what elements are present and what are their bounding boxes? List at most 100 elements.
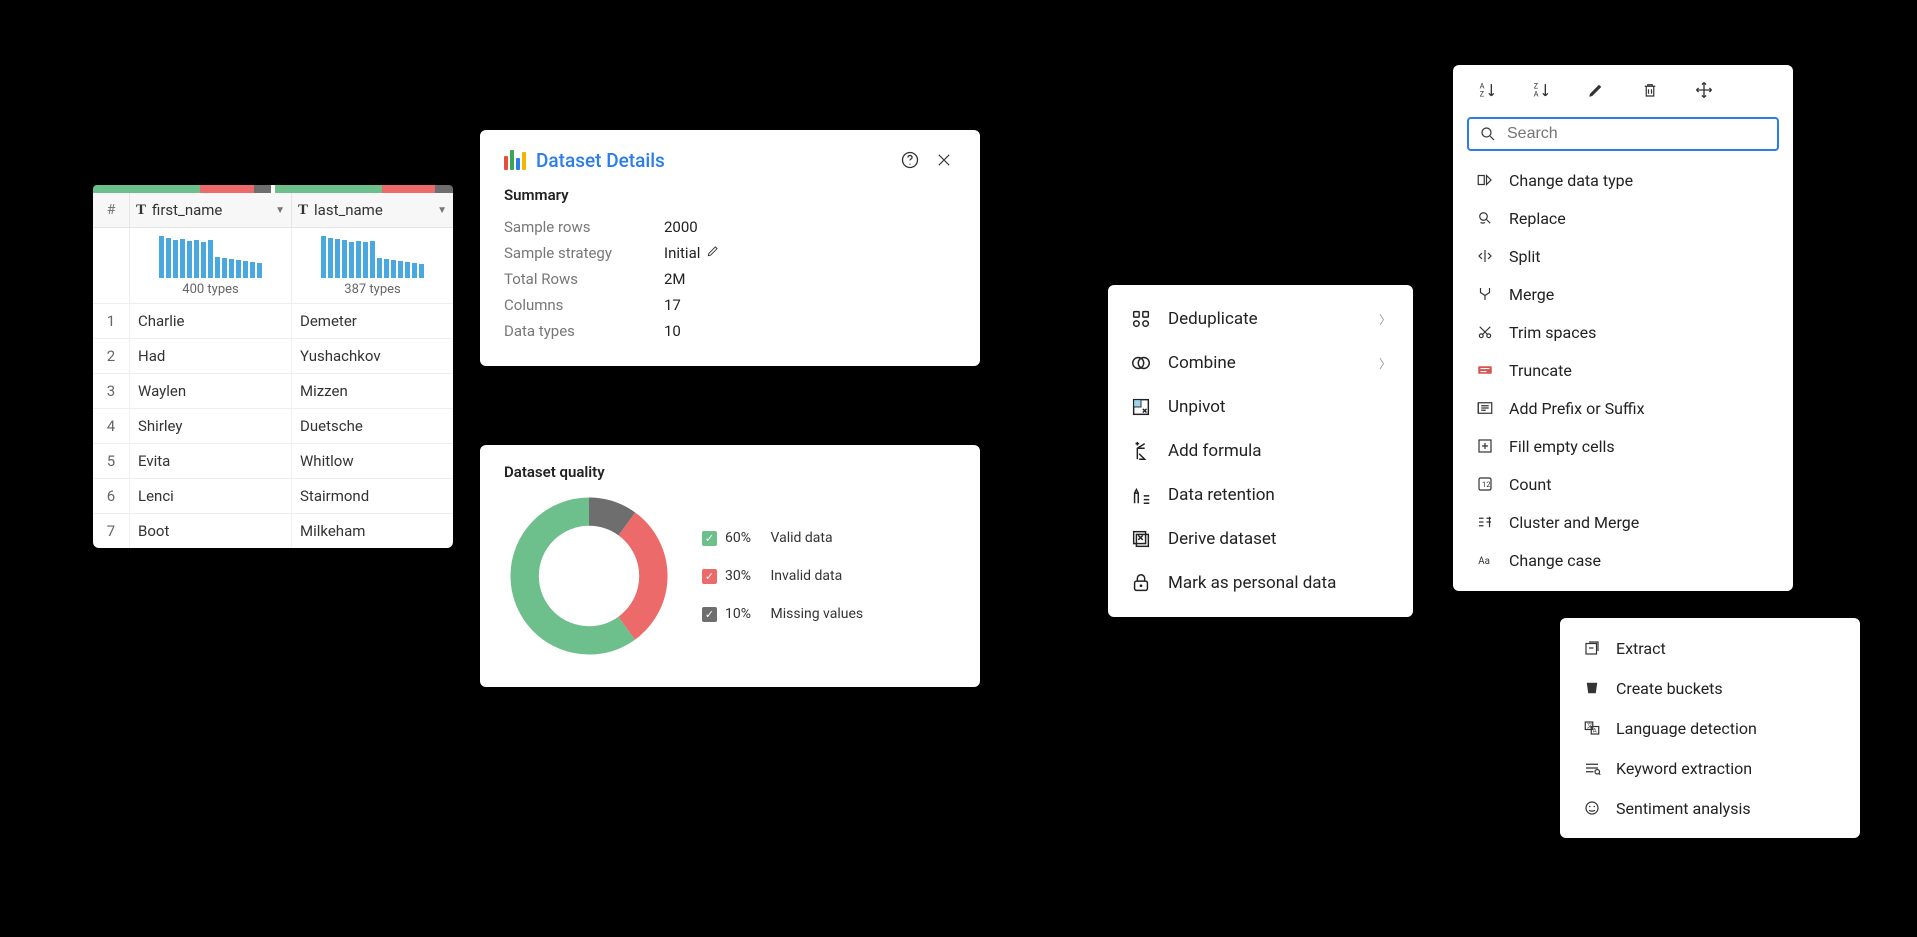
xform-item-trim[interactable]: Trim spaces <box>1453 313 1793 351</box>
legend-label: Valid data <box>770 530 832 546</box>
dataset-quality-panel: Dataset quality ✓ 60% Valid data ✓ 30% I… <box>480 445 980 687</box>
quality-legend: ✓ 60% Valid data ✓ 30% Invalid data ✓ 10… <box>702 530 863 622</box>
op-item-combine[interactable]: Combine 〉 <box>1108 341 1413 385</box>
submenu-label: Sentiment analysis <box>1616 799 1751 818</box>
xform-label: Count <box>1509 475 1551 494</box>
xform-item-replace[interactable]: Replace <box>1453 199 1793 237</box>
data-table-panel: # T first_name ▼ T last_name ▼ 400 types… <box>93 185 453 548</box>
legend-missing[interactable]: ✓ 10% Missing values <box>702 606 863 622</box>
svg-text:文: 文 <box>1587 722 1593 730</box>
table-row[interactable]: 4 Shirley Duetsche <box>93 408 453 443</box>
row-index: 4 <box>93 409 129 443</box>
xform-item-case[interactable]: AaChange case <box>1453 541 1793 579</box>
row-index: 5 <box>93 444 129 478</box>
case-icon: Aa <box>1475 550 1495 570</box>
row-index: 2 <box>93 339 129 373</box>
sentiment-icon <box>1582 798 1602 818</box>
op-item-retention[interactable]: Data retention <box>1108 473 1413 517</box>
row-index: 7 <box>93 514 129 548</box>
xform-label: Change data type <box>1509 171 1633 190</box>
xform-item-merge[interactable]: Merge <box>1453 275 1793 313</box>
cell-last-name: Stairmond <box>291 479 453 513</box>
column-header-first-name[interactable]: T first_name ▼ <box>129 193 291 227</box>
table-row[interactable]: 1 Charlie Demeter <box>93 303 453 338</box>
xform-item-fill[interactable]: Fill empty cells <box>1453 427 1793 465</box>
op-item-derive[interactable]: Derive dataset <box>1108 517 1413 561</box>
dropdown-icon[interactable]: ▼ <box>437 205 447 216</box>
xform-item-count[interactable]: 12Count <box>1453 465 1793 503</box>
op-label: Add formula <box>1168 441 1262 461</box>
submenu-item-language[interactable]: 文ALanguage detection <box>1560 708 1860 748</box>
combine-icon <box>1130 352 1152 374</box>
prefix-icon <box>1475 398 1495 418</box>
op-label: Deduplicate <box>1168 309 1258 329</box>
svg-text:A: A <box>1593 728 1597 735</box>
xform-item-datatype[interactable]: Change data type <box>1453 161 1793 199</box>
truncate-icon <box>1475 360 1495 380</box>
edit-button[interactable] <box>1583 77 1609 103</box>
move-button[interactable] <box>1691 77 1717 103</box>
table-row[interactable]: 7 Boot Milkeham <box>93 513 453 548</box>
close-icon[interactable] <box>932 148 956 172</box>
edit-icon[interactable] <box>706 244 720 262</box>
submenu-item-keyword[interactable]: Keyword extraction <box>1560 748 1860 788</box>
replace-icon <box>1475 208 1495 228</box>
cell-first-name: Charlie <box>129 304 291 338</box>
legend-valid[interactable]: ✓ 60% Valid data <box>702 530 863 546</box>
column-name: first_name <box>152 201 222 219</box>
sort-asc-button[interactable]: AZ <box>1475 77 1501 103</box>
table-body: 1 Charlie Demeter2 Had Yushachkov3 Wayle… <box>93 303 453 548</box>
op-item-deduplicate[interactable]: Deduplicate 〉 <box>1108 297 1413 341</box>
histogram-first-name: 400 types <box>129 228 291 303</box>
xform-item-truncate[interactable]: Truncate <box>1453 351 1793 389</box>
table-row[interactable]: 6 Lenci Stairmond <box>93 478 453 513</box>
xform-item-prefix[interactable]: Add Prefix or Suffix <box>1453 389 1793 427</box>
cell-last-name: Yushachkov <box>291 339 453 373</box>
submenu-item-sentiment[interactable]: Sentiment analysis <box>1560 788 1860 828</box>
sort-desc-button[interactable]: ZA <box>1529 77 1555 103</box>
personal-icon <box>1130 572 1152 594</box>
legend-label: Missing values <box>770 606 863 622</box>
chevron-right-icon: 〉 <box>1379 355 1391 372</box>
xform-label: Split <box>1509 247 1541 266</box>
cell-first-name: Evita <box>129 444 291 478</box>
xform-item-split[interactable]: Split <box>1453 237 1793 275</box>
delete-button[interactable] <box>1637 77 1663 103</box>
op-item-personal[interactable]: Mark as personal data <box>1108 561 1413 605</box>
retention-icon <box>1130 484 1152 506</box>
xform-item-cluster[interactable]: Cluster and Merge <box>1453 503 1793 541</box>
submenu-item-buckets[interactable]: Create buckets <box>1560 668 1860 708</box>
quality-bar <box>93 185 453 193</box>
table-header: # T first_name ▼ T last_name ▼ <box>93 193 453 228</box>
deduplicate-icon <box>1130 308 1152 330</box>
cell-last-name: Mizzen <box>291 374 453 408</box>
op-label: Data retention <box>1168 485 1275 505</box>
cell-last-name: Demeter <box>291 304 453 338</box>
chevron-right-icon: 〉 <box>1379 311 1391 328</box>
help-icon[interactable] <box>898 148 922 172</box>
histogram-last-name: 387 types <box>291 228 453 303</box>
types-count: 387 types <box>344 282 400 297</box>
cell-first-name: Waylen <box>129 374 291 408</box>
row-index: 6 <box>93 479 129 513</box>
table-row[interactable]: 5 Evita Whitlow <box>93 443 453 478</box>
submenu-item-extract[interactable]: Extract <box>1560 628 1860 668</box>
dropdown-icon[interactable]: ▼ <box>275 205 285 216</box>
toolbar: AZ ZA <box>1453 65 1793 111</box>
submenu-label: Keyword extraction <box>1616 759 1752 778</box>
legend-pct: 30% <box>725 568 751 584</box>
search-input[interactable] <box>1507 125 1767 143</box>
op-item-unpivot[interactable]: Unpivot <box>1108 385 1413 429</box>
row-index: 3 <box>93 374 129 408</box>
op-label: Unpivot <box>1168 397 1225 417</box>
panel-title: Dataset Details <box>536 149 888 172</box>
search-field[interactable] <box>1467 117 1779 151</box>
xform-label: Cluster and Merge <box>1509 513 1639 532</box>
table-row[interactable]: 3 Waylen Mizzen <box>93 373 453 408</box>
op-item-formula[interactable]: Add formula <box>1108 429 1413 473</box>
column-header-last-name[interactable]: T last_name ▼ <box>291 193 453 227</box>
operations-menu: Deduplicate 〉 Combine 〉 Unpivot Add form… <box>1108 285 1413 617</box>
legend-invalid[interactable]: ✓ 30% Invalid data <box>702 568 863 584</box>
table-row[interactable]: 2 Had Yushachkov <box>93 338 453 373</box>
histogram-row: 400 types 387 types <box>93 228 453 303</box>
